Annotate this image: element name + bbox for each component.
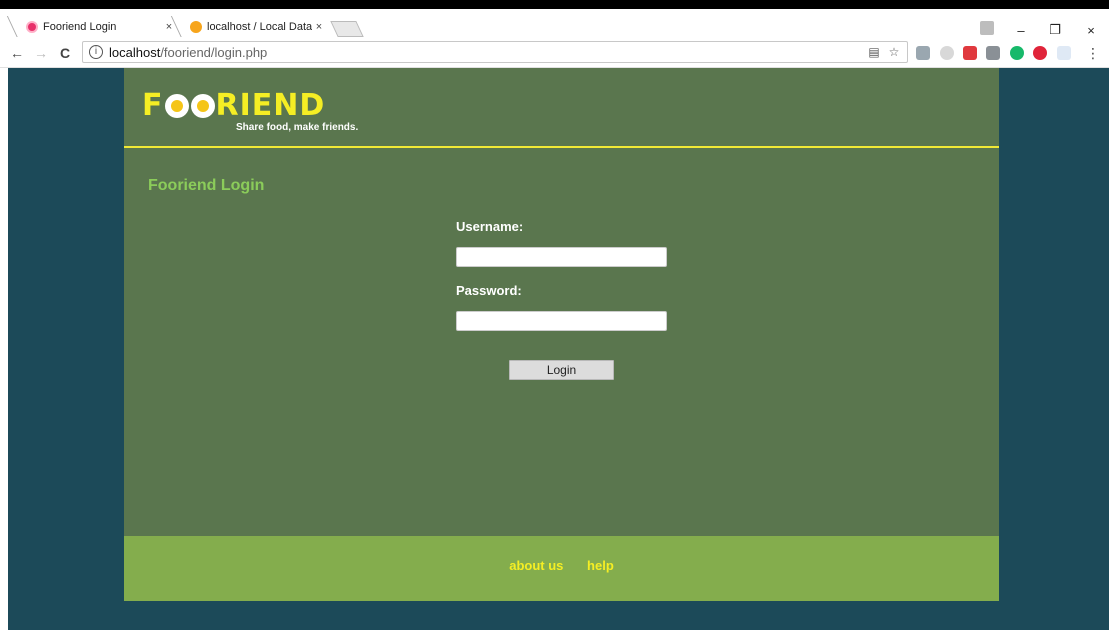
page-background: F RIEND Share food, make friends. Foorie… [8, 68, 1109, 630]
site-header: F RIEND Share food, make friends. [124, 68, 999, 148]
extension-icon[interactable] [1057, 46, 1071, 60]
url-host: localhost [109, 44, 161, 60]
tab-phpmyadmin[interactable]: localhost / Local Datab × [184, 16, 330, 38]
tab-fooriend-login[interactable]: Fooriend Login × [20, 16, 180, 38]
password-label: Password: [456, 283, 522, 298]
egg-icon [190, 93, 215, 118]
grammarly-icon[interactable] [1010, 46, 1024, 60]
page-title: Fooriend Login [148, 177, 265, 194]
tab-title: localhost / Local Datab [207, 21, 312, 33]
egg-icon [164, 93, 189, 118]
logo-text: RIEND [215, 88, 326, 123]
bookmark-star-icon[interactable]: ☆ [887, 45, 901, 59]
tab-title: Fooriend Login [43, 21, 117, 33]
logo-tagline: Share food, make friends. [236, 122, 359, 133]
phpmyadmin-favicon-icon [190, 21, 202, 33]
reload-icon[interactable]: C [56, 44, 74, 62]
fooriend-favicon-icon [26, 21, 38, 33]
profile-icon[interactable] [980, 21, 994, 35]
login-button[interactable]: Login [509, 360, 614, 380]
logo-letter: F [142, 88, 164, 123]
url-path: /fooriend/login.php [160, 44, 268, 60]
username-label: Username: [456, 219, 524, 234]
extension-icon[interactable] [916, 46, 930, 60]
extension-icon[interactable] [986, 46, 1000, 60]
extension-icon[interactable] [963, 46, 977, 60]
extension-icon[interactable] [940, 46, 954, 60]
site-container: F RIEND Share food, make friends. Foorie… [124, 68, 999, 601]
address-bar[interactable]: i localhost/fooriend/login.php ▤ ☆ [82, 41, 908, 63]
pinterest-icon[interactable] [1033, 46, 1047, 60]
about-us-link[interactable]: about us [509, 558, 563, 573]
info-icon[interactable]: i [89, 45, 103, 59]
new-tab-button[interactable] [330, 21, 364, 37]
forward-arrow-icon[interactable]: → [32, 44, 50, 62]
site-footer: about us help [124, 536, 999, 601]
back-arrow-icon[interactable]: ← [8, 44, 26, 62]
menu-icon[interactable]: ⋮ [1084, 44, 1102, 62]
fooriend-logo[interactable]: F RIEND [142, 88, 325, 123]
tab-strip: Fooriend Login × localhost / Local Datab… [0, 9, 1109, 38]
password-input[interactable] [456, 311, 667, 331]
footer-links: about us help [124, 558, 999, 573]
username-input[interactable] [456, 247, 667, 267]
window-top-bar [0, 0, 1109, 9]
translate-icon[interactable]: ▤ [867, 45, 881, 59]
tab-close-icon[interactable]: × [312, 21, 326, 33]
help-link[interactable]: help [587, 558, 614, 573]
